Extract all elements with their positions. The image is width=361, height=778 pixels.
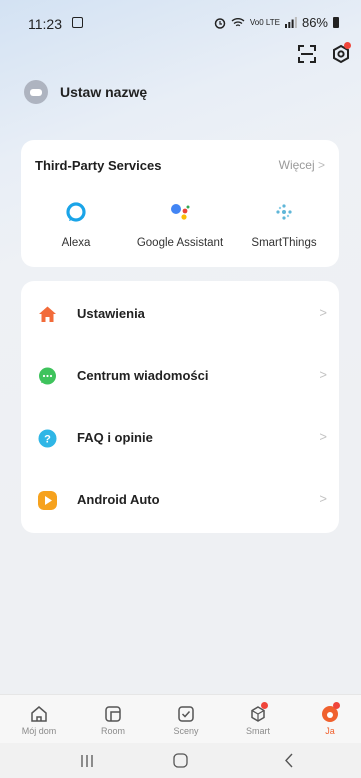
third-party-services-card: Third-Party Services Więcej > Alexa Goog…: [21, 140, 339, 267]
service-smartthings[interactable]: SmartThings: [229, 201, 339, 249]
chevron-right-icon: >: [319, 305, 327, 320]
menu-item-label: FAQ i opinie: [77, 430, 153, 445]
settings-button[interactable]: [331, 42, 351, 64]
network-label: Vo0 LTE: [249, 17, 280, 27]
smart-tab-icon-wrap: [249, 702, 268, 723]
battery-icon: [333, 17, 339, 28]
tab-scenes[interactable]: Sceny: [158, 705, 214, 736]
battery-percent: 86%: [301, 15, 328, 30]
tab-label: Sceny: [173, 726, 199, 736]
system-nav-bar: [0, 743, 361, 778]
chevron-right-icon: >: [319, 367, 327, 382]
tab-my-home[interactable]: Mój dom: [11, 705, 67, 736]
wifi-icon: [231, 18, 245, 27]
chevron-right-icon: >: [319, 491, 327, 506]
home-tab-icon: [31, 706, 47, 722]
menu-item-faq[interactable]: ? FAQ i opinie >: [21, 407, 339, 469]
more-link[interactable]: Więcej >: [279, 158, 325, 172]
tab-label: Ja: [325, 726, 335, 736]
service-label: SmartThings: [251, 237, 317, 249]
tab-me[interactable]: Ja: [302, 702, 358, 736]
recent-apps-icon[interactable]: [80, 755, 94, 767]
scan-icon[interactable]: [297, 44, 317, 64]
google-assistant-icon: [171, 204, 190, 220]
notification-badge: [344, 42, 351, 49]
question-icon: ?: [38, 429, 57, 448]
me-tab-icon-wrap: [321, 702, 340, 723]
menu-item-message-center[interactable]: Centrum wiadomości >: [21, 345, 339, 407]
chevron-right-icon: >: [317, 158, 325, 172]
menu-item-settings[interactable]: Ustawienia >: [21, 283, 339, 345]
gallery-notification-icon: [72, 17, 83, 28]
settings-menu-card: Ustawienia > Centrum wiadomości > ? FAQ …: [21, 281, 339, 533]
status-icons: Vo0 LTE 86%: [214, 15, 339, 30]
smart-badge: [261, 702, 268, 709]
service-label: Google Assistant: [136, 237, 224, 249]
tab-label: Smart: [245, 726, 270, 736]
room-tab-icon: [105, 706, 121, 722]
status-time: 11:23: [28, 16, 62, 32]
alexa-icon: [66, 202, 86, 222]
play-icon: [38, 491, 57, 510]
profile-row[interactable]: Ustaw nazwę: [24, 80, 147, 104]
menu-item-label: Centrum wiadomości: [77, 368, 209, 383]
scenes-tab-icon: [178, 706, 194, 722]
top-actions: [297, 42, 351, 64]
menu-item-label: Ustawienia: [77, 306, 145, 321]
bottom-tab-bar: Mój dom Room Sceny Smart Ja: [0, 694, 361, 743]
tab-label: Room: [100, 726, 125, 736]
chevron-right-icon: >: [319, 429, 327, 444]
service-google-assistant[interactable]: Google Assistant: [125, 201, 235, 249]
me-badge: [333, 702, 340, 709]
menu-item-label: Android Auto: [77, 492, 160, 507]
back-icon[interactable]: [284, 753, 294, 768]
third-party-title: Third-Party Services: [35, 158, 162, 173]
tab-smart[interactable]: Smart: [230, 702, 286, 736]
home-nav-icon[interactable]: [173, 753, 188, 768]
smartthings-icon: [276, 204, 292, 220]
alarm-icon: [214, 17, 226, 29]
profile-name[interactable]: Ustaw nazwę: [60, 84, 147, 100]
menu-item-android-auto[interactable]: Android Auto >: [21, 469, 339, 531]
more-label: Więcej: [278, 158, 315, 172]
home-icon: [39, 306, 56, 322]
message-icon: [39, 367, 56, 385]
avatar[interactable]: [24, 80, 48, 104]
signal-icon: [284, 17, 297, 28]
service-label: Alexa: [61, 237, 91, 249]
service-alexa[interactable]: Alexa: [21, 201, 131, 249]
tab-label: Mój dom: [21, 726, 57, 736]
svg-text:?: ?: [44, 434, 51, 446]
status-bar: 11:23 Vo0 LTE 86%: [0, 0, 361, 44]
tab-room[interactable]: Room: [85, 705, 141, 736]
